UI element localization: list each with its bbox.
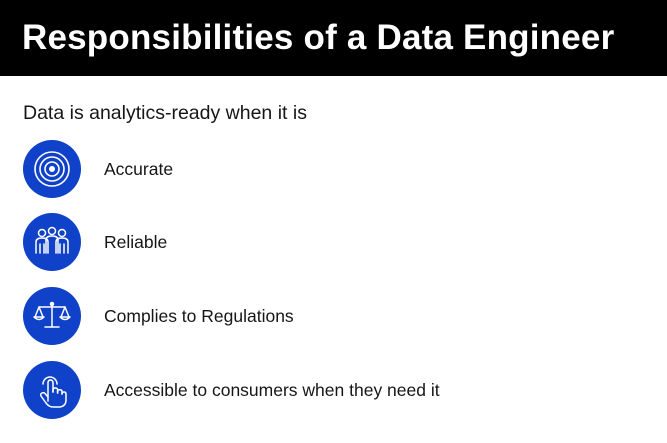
title-bar: Responsibilities of a Data Engineer [0, 0, 667, 76]
list-item-accessible: Accessible to consumers when they need i… [23, 361, 440, 419]
list-item-label: Reliable [104, 231, 168, 252]
list-item-accurate: Accurate [23, 140, 173, 198]
slide-subtitle: Data is analytics-ready when it is [23, 102, 307, 124]
touch-hand-icon [23, 361, 81, 419]
list-item-label: Complies to Regulations [104, 305, 294, 326]
scales-icon [23, 287, 81, 345]
slide-title: Responsibilities of a Data Engineer [22, 18, 615, 57]
list-item-reliable: Reliable [23, 213, 167, 271]
target-icon [23, 140, 81, 198]
people-group-icon [23, 213, 81, 271]
list-item-label: Accessible to consumers when they need i… [104, 379, 440, 400]
list-item-complies: Complies to Regulations [23, 287, 294, 345]
list-item-label: Accurate [104, 158, 174, 179]
slide: Responsibilities of a Data Engineer Data… [0, 0, 667, 443]
